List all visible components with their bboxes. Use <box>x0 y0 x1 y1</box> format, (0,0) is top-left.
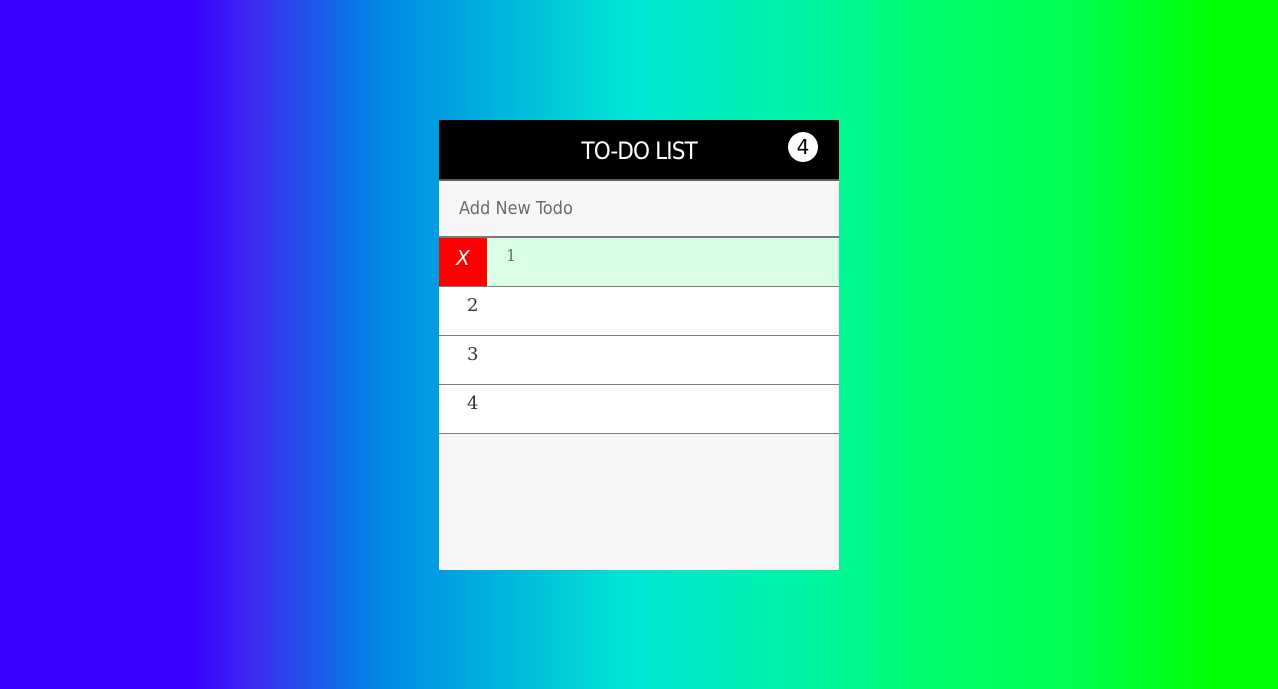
todo-item[interactable]: 2 <box>439 287 839 336</box>
add-todo-input[interactable] <box>439 181 839 238</box>
todo-item[interactable]: 3 <box>439 336 839 385</box>
app-title: TO-DO LIST <box>581 136 697 165</box>
todo-item[interactable]: 4 <box>439 385 839 434</box>
todo-count-badge: 4 <box>788 132 818 162</box>
delete-todo-button[interactable]: X <box>439 238 487 286</box>
app-header: TO-DO LIST 4 <box>439 120 839 181</box>
todo-text: 1 <box>506 246 517 265</box>
todo-app: TO-DO LIST 4 X 1 2 3 4 <box>439 120 839 570</box>
todo-text: 2 <box>467 295 479 316</box>
todo-text: 3 <box>467 344 479 365</box>
todo-item[interactable]: X 1 <box>439 238 839 287</box>
todo-list: X 1 2 3 4 <box>439 238 839 434</box>
todo-text: 4 <box>467 393 479 414</box>
